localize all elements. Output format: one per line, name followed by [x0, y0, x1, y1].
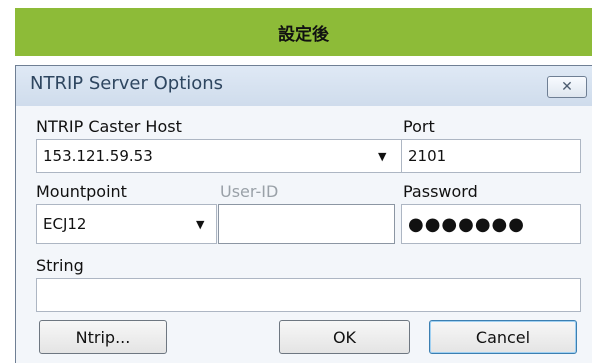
user-id-field[interactable] — [218, 204, 395, 244]
string-field[interactable] — [36, 278, 581, 312]
ntrip-button[interactable]: Ntrip... — [39, 320, 167, 354]
close-icon: ✕ — [561, 79, 573, 95]
cancel-button-label: Cancel — [475, 327, 531, 347]
password-label: Password — [403, 182, 478, 201]
mountpoint-chevron-down-icon[interactable]: ▼ — [196, 218, 204, 231]
user-id-label: User-ID — [220, 182, 279, 201]
caster-host-value: 153.121.59.53 — [43, 147, 153, 165]
ntrip-button-label: Ntrip... — [75, 327, 131, 347]
page-banner: 設定後 — [15, 8, 592, 56]
password-value: ●●●●●●● — [408, 213, 525, 235]
window-title: NTRIP Server Options — [30, 73, 224, 94]
ok-button[interactable]: OK — [279, 320, 410, 354]
port-field[interactable]: 2101 — [401, 139, 581, 173]
port-label: Port — [403, 117, 435, 136]
port-value: 2101 — [408, 147, 447, 165]
ok-button-label: OK — [332, 327, 357, 347]
password-field[interactable]: ●●●●●●● — [401, 204, 581, 244]
caster-host-combobox[interactable]: 153.121.59.53 — [36, 139, 403, 173]
cancel-button[interactable]: Cancel — [429, 320, 577, 354]
close-button[interactable]: ✕ — [547, 76, 587, 98]
mountpoint-combobox[interactable]: ECJ12 — [36, 204, 217, 244]
caster-host-label: NTRIP Caster Host — [36, 117, 182, 136]
mountpoint-value: ECJ12 — [43, 215, 87, 233]
mountpoint-label: Mountpoint — [36, 182, 127, 201]
banner-text: 設定後 — [278, 24, 329, 45]
string-label: String — [36, 256, 84, 275]
caster-host-chevron-down-icon[interactable]: ▼ — [378, 150, 386, 163]
ntrip-server-options-dialog: NTRIP Server Options ✕ NTRIP Caster Host… — [15, 65, 592, 363]
title-bar: NTRIP Server Options ✕ — [16, 66, 592, 106]
